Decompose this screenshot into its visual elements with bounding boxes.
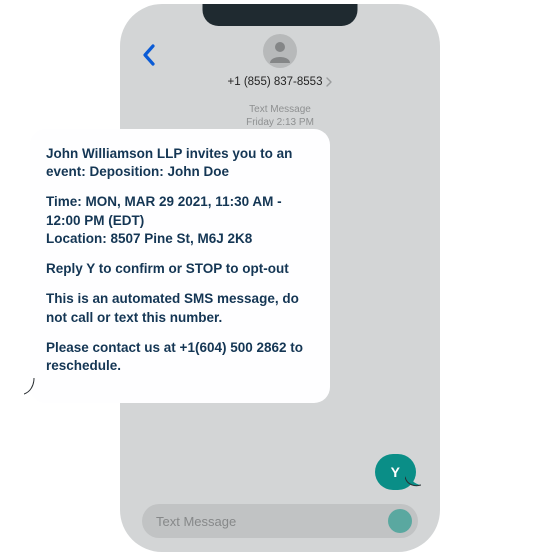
thread-timestamp: Text Message Friday 2:13 PM [120, 104, 440, 129]
outgoing-message-bubble: Y [375, 454, 416, 490]
message-line: Please contact us at +1(604) 500 2862 to… [46, 339, 314, 375]
contact-info-button[interactable]: +1 (855) 837-8553 [228, 76, 333, 88]
composer-placeholder: Text Message [156, 514, 388, 529]
message-composer[interactable]: Text Message [142, 504, 418, 538]
message-line: John Williamson LLP invites you to an ev… [46, 145, 314, 181]
bubble-tail-icon [24, 378, 42, 401]
phone-frame: +1 (855) 837-8553 Text Message Friday 2:… [120, 4, 440, 552]
meta-time: Friday 2:13 PM [120, 117, 440, 130]
message-line: Reply Y to confirm or STOP to opt-out [46, 260, 314, 278]
incoming-message-bubble: John Williamson LLP invites you to an ev… [30, 129, 330, 403]
person-icon [267, 38, 293, 64]
message-line: This is an automated SMS message, do not… [46, 290, 314, 326]
meta-type: Text Message [120, 104, 440, 117]
contact-avatar[interactable] [263, 34, 297, 68]
message-thread: John Williamson LLP invites you to an ev… [120, 129, 440, 139]
back-button[interactable] [142, 44, 156, 71]
contact-phone-number: +1 (855) 837-8553 [228, 76, 323, 88]
chevron-left-icon [142, 44, 156, 66]
chevron-right-icon [326, 77, 332, 87]
microphone-icon[interactable] [388, 509, 412, 533]
outgoing-message-text: Y [391, 464, 400, 480]
conversation-header: +1 (855) 837-8553 [120, 4, 440, 90]
bubble-tail-icon [405, 471, 421, 490]
message-line: Time: MON, MAR 29 2021, 11:30 AM - 12:00… [46, 193, 314, 248]
